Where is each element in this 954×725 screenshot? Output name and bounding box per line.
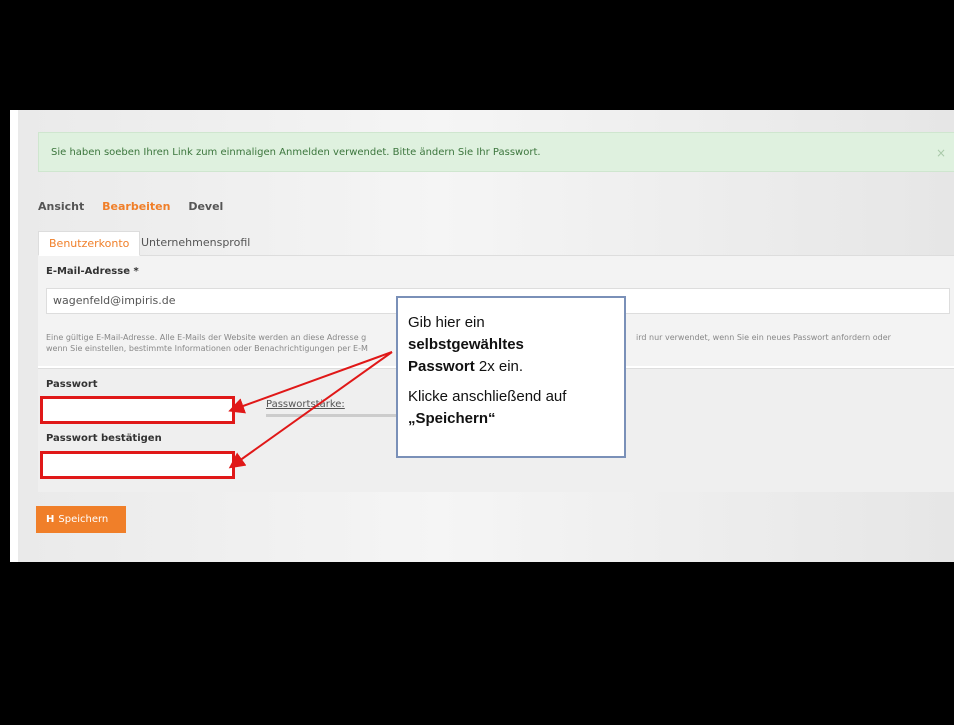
callout-line3-rest: 2x ein. <box>474 358 524 375</box>
password-confirm-input[interactable] <box>40 451 235 479</box>
instruction-callout: Gib hier ein selbstgewähltes Passwort 2x… <box>396 296 626 458</box>
password-strength-bar <box>266 414 406 417</box>
status-message: Sie haben soeben Ihren Link zum einmalig… <box>38 132 954 172</box>
password-label: Passwort <box>46 379 98 390</box>
email-help-line2: wenn Sie einstellen, bestimmte Informati… <box>46 344 368 353</box>
callout-line5: „Speichern“ <box>408 410 496 427</box>
password-input[interactable] <box>40 396 235 424</box>
email-help-line1b: ird nur verwendet, wenn Sie ein neues Pa… <box>636 333 891 342</box>
floppy-disk-icon: H <box>46 514 55 525</box>
email-label: E-Mail-Adresse * <box>46 266 139 277</box>
primary-tabs: Ansicht Bearbeiten Devel <box>38 200 237 213</box>
tab-unternehmensprofil[interactable]: Unternehmensprofil <box>131 231 260 256</box>
tab-devel[interactable]: Devel <box>188 200 223 213</box>
password-confirm-label: Passwort bestätigen <box>46 433 162 444</box>
save-button-label: Speichern <box>58 514 109 525</box>
email-help-line1: Eine gültige E-Mail-Adresse. Alle E-Mail… <box>46 333 367 342</box>
save-button[interactable]: H Speichern <box>36 506 126 533</box>
close-icon[interactable]: × <box>936 133 946 173</box>
callout-line3-bold: Passwort <box>408 358 475 375</box>
tab-benutzerkonto[interactable]: Benutzerkonto <box>38 231 141 256</box>
status-message-text: Sie haben soeben Ihren Link zum einmalig… <box>51 147 541 158</box>
secondary-tabs: Benutzerkonto Unternehmensprofil <box>38 231 954 256</box>
callout-line2: selbstgewähltes <box>408 336 524 353</box>
callout-line4: Klicke anschließend auf <box>408 388 567 405</box>
callout-line1: Gib hier ein <box>408 314 485 331</box>
password-strength-label: Passwortstärke: <box>266 399 345 410</box>
tab-bearbeiten[interactable]: Bearbeiten <box>102 200 170 213</box>
tab-ansicht[interactable]: Ansicht <box>38 200 84 213</box>
